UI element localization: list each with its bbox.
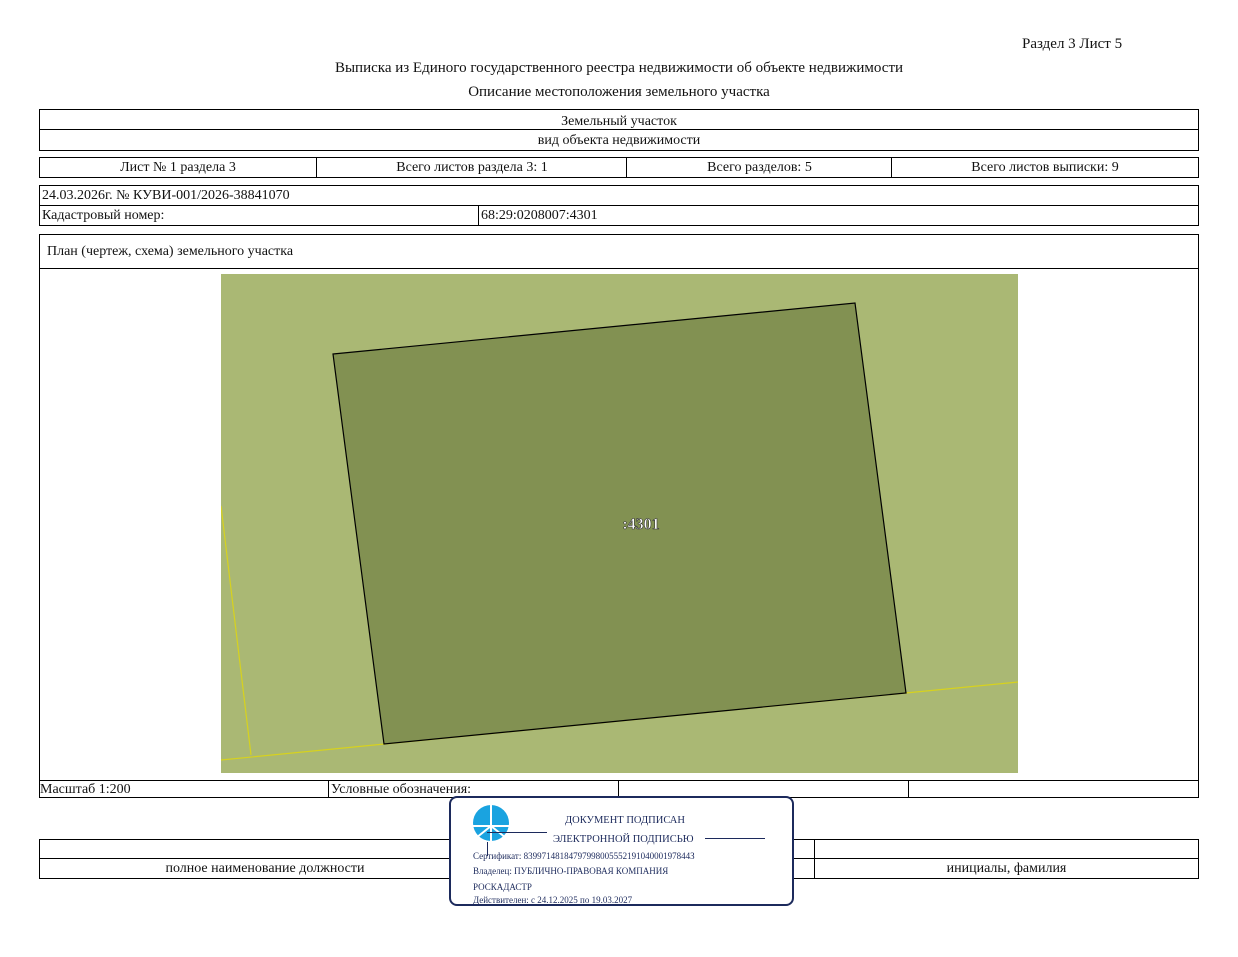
roskadastr-logo-icon bbox=[473, 805, 509, 841]
stamp-certificate: Сертификат: 8399714818479799800555219104… bbox=[473, 851, 695, 861]
stamp-owner-line2: РОСКАДАСТР bbox=[473, 882, 532, 892]
legend-label: Условные обозначения: bbox=[331, 782, 472, 797]
stamp-title-line2: ЭЛЕКТРОННОЙ ПОДПИСЬЮ bbox=[553, 834, 694, 845]
parcel-plan-drawing: :4301 bbox=[221, 274, 1018, 773]
cadastral-number-label: Кадастровый номер: bbox=[42, 208, 165, 223]
stamp-owner-line1: Владелец: ПУБЛИЧНО-ПРАВОВАЯ КОМПАНИЯ bbox=[473, 866, 669, 876]
sheet-number: Лист № 1 раздела 3 bbox=[120, 159, 236, 175]
total-sections: Всего разделов: 5 bbox=[707, 159, 812, 175]
extract-date-number: 24.03.2026г. № КУВИ-001/2026-38841070 bbox=[42, 188, 290, 203]
object-type-value: Земельный участок bbox=[561, 114, 677, 129]
section-sheet-label: Раздел 3 Лист 5 bbox=[1022, 36, 1123, 52]
sheet-info-row: Лист № 1 раздела 3 Всего листов раздела … bbox=[39, 157, 1199, 178]
electronic-signature-stamp: ДОКУМЕНТ ПОДПИСАН ЭЛЕКТРОННОЙ ПОДПИСЬЮ С… bbox=[449, 796, 794, 906]
record-box: 24.03.2026г. № КУВИ-001/2026-38841070 Ка… bbox=[39, 185, 1199, 226]
total-sheets-extract: Всего листов выписки: 9 bbox=[971, 159, 1119, 175]
object-type-box: Земельный участок вид объекта недвижимос… bbox=[39, 109, 1199, 151]
plan-caption: План (чертеж, схема) земельного участка bbox=[47, 244, 294, 259]
stamp-validity: Действителен: с 24.12.2025 по 19.03.2027 bbox=[473, 895, 633, 905]
name-caption: инициалы, фамилия bbox=[946, 861, 1067, 876]
parcel-label: :4301 bbox=[622, 516, 659, 533]
total-sheets-section: Всего листов раздела 3: 1 bbox=[396, 159, 548, 175]
document-subtitle: Описание местоположения земельного участ… bbox=[468, 84, 770, 100]
stamp-title-line1: ДОКУМЕНТ ПОДПИСАН bbox=[565, 815, 685, 826]
position-caption: полное наименование должности bbox=[165, 861, 365, 876]
document-title: Выписка из Единого государственного реес… bbox=[334, 60, 904, 76]
scale-label: Масштаб 1:200 bbox=[40, 782, 131, 797]
object-type-caption: вид объекта недвижимости bbox=[537, 133, 701, 148]
parcel-polygon bbox=[332, 302, 907, 745]
cadastral-number-value: 68:29:0208007:4301 bbox=[481, 208, 598, 223]
